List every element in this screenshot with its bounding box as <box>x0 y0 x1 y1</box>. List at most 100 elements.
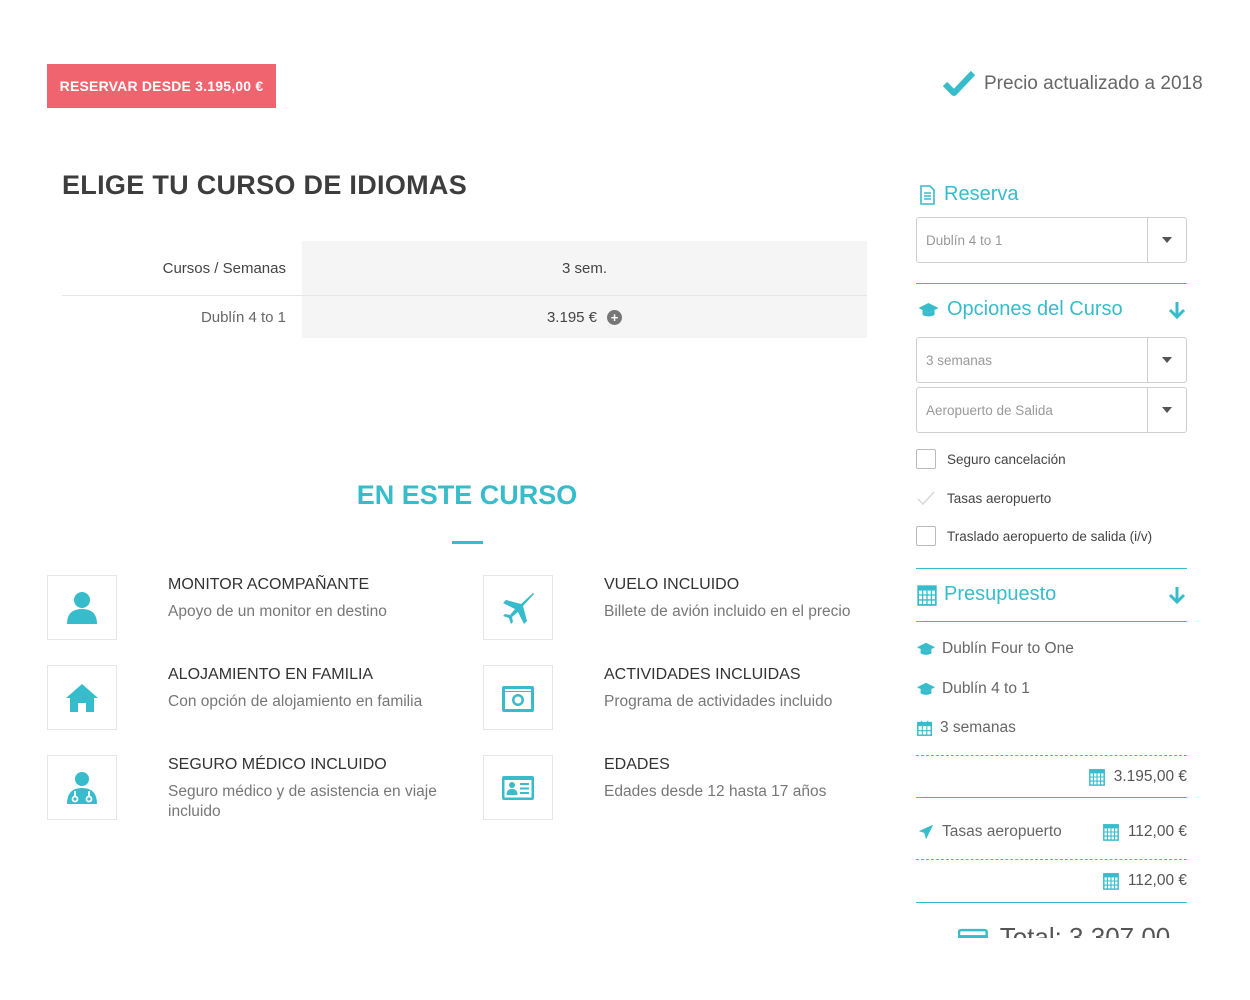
feature-item: MONITOR ACOMPAÑANTE Apoyo de un monitor … <box>47 575 387 640</box>
table-row-price: 3.195 € <box>546 308 598 326</box>
price-updated: Precio actualizado a 2018 <box>942 70 1203 98</box>
graduation-cap-icon <box>917 642 935 655</box>
course-select[interactable]: Dublín 4 to 1 <box>916 217 1187 263</box>
feature-icon-box <box>483 755 553 820</box>
feature-item: SEGURO MÉDICO INCLUIDO Seguro médico y d… <box>47 755 438 822</box>
airport-fees-label: Tasas aeropuerto <box>947 490 1052 506</box>
airport-select[interactable]: Aeropuerto de Salida <box>916 387 1187 433</box>
feature-icon-box <box>47 575 117 640</box>
table-row: Dublín 4 to 1 3.195 € + <box>62 296 867 338</box>
feature-desc: Billete de avión incluido en el precio <box>604 603 851 620</box>
transfer-label: Traslado aeropuerto de salida (i/v) <box>947 528 1153 544</box>
feature-icon-box <box>483 575 553 640</box>
feature-item: EDADES Edades desde 12 hasta 17 años <box>483 755 826 820</box>
dashed-divider <box>916 859 1187 860</box>
checkmark-icon <box>942 70 976 96</box>
in-course-title: EN ESTE CURSO <box>356 480 578 510</box>
reserve-button[interactable]: RESERVAR DESDE 3.195,00 € <box>47 64 276 108</box>
weeks-select-value: 3 semanas <box>926 352 993 368</box>
budget-school: Dublín Four to One <box>942 640 1074 657</box>
doctor-icon <box>67 771 97 804</box>
feature-desc: Edades desde 12 hasta 17 años <box>604 783 827 800</box>
table-row-label: Dublín 4 to 1 <box>200 308 286 326</box>
price-updated-text: Precio actualizado a 2018 <box>984 73 1203 94</box>
fees-amount-row: 112,00 € <box>1102 823 1187 841</box>
feature-icon-box <box>483 665 553 730</box>
insurance-checkbox-row[interactable]: Seguro cancelación <box>916 449 1066 469</box>
feature-desc: Programa de actividades incluido <box>604 693 833 710</box>
options-title: Opciones del Curso <box>947 298 1123 320</box>
extras-amount-row: 112,00 € <box>1102 872 1187 890</box>
feature-icon-box <box>47 665 117 730</box>
chevron-down-icon[interactable] <box>1147 338 1186 382</box>
fees-row: Tasas aeropuerto <box>916 823 1062 841</box>
airplane-icon <box>503 592 534 624</box>
fees-label: Tasas aeropuerto <box>942 823 1062 840</box>
weeks-select[interactable]: 3 semanas <box>916 337 1187 383</box>
feature-icon-box <box>47 755 117 820</box>
table-header-value: 3 sem. <box>302 241 867 295</box>
reserva-title: Reserva <box>944 183 1019 205</box>
credit-card-icon <box>958 928 988 938</box>
reserva-header: Reserva <box>916 183 1187 206</box>
calculator-icon <box>1088 769 1105 786</box>
calculator-icon <box>917 584 937 606</box>
feature-title: ACTIVIDADES INCLUIDAS <box>604 666 801 683</box>
calculator-icon <box>1102 873 1119 890</box>
feature-title: VUELO INCLUIDO <box>604 576 740 593</box>
feature-desc: Apoyo de un monitor en destino <box>168 603 387 620</box>
add-icon[interactable]: + <box>607 309 623 325</box>
fees-amount: 112,00 € <box>1127 823 1187 840</box>
feature-item: VUELO INCLUIDO Billete de avión incluido… <box>483 575 850 640</box>
airport-fees-checkbox-row: Tasas aeropuerto <box>916 488 1051 508</box>
camera-icon <box>502 685 534 712</box>
table-header-label: Cursos / Semanas <box>162 259 286 277</box>
home-icon <box>66 683 98 712</box>
insurance-label: Seguro cancelación <box>947 451 1066 467</box>
table-header-row: Cursos / Semanas 3 sem. <box>62 241 867 296</box>
checkmark-icon <box>916 488 936 508</box>
budget-school-row: Dublín Four to One <box>916 640 1074 658</box>
transfer-checkbox-row[interactable]: Traslado aeropuerto de salida (i/v) <box>916 526 1152 546</box>
feature-title: SEGURO MÉDICO INCLUIDO <box>168 756 387 773</box>
budget-course: Dublín 4 to 1 <box>942 680 1030 697</box>
divider <box>916 621 1187 622</box>
id-card-icon <box>502 775 534 800</box>
course-table: Cursos / Semanas 3 sem. Dublín 4 to 1 3.… <box>62 241 867 338</box>
graduation-cap-icon <box>918 302 939 316</box>
table-row-value-cell: 3.195 € + <box>302 296 867 338</box>
divider <box>916 797 1187 798</box>
options-header[interactable]: Opciones del Curso <box>916 298 1187 321</box>
course-amount: 3.195,00 € <box>1113 768 1187 785</box>
person-icon <box>67 591 97 624</box>
title-underline <box>452 541 483 544</box>
feature-title: ALOJAMIENTO EN FAMILIA <box>168 666 374 683</box>
budget-weeks-row: 3 semanas <box>916 719 1016 737</box>
feature-title: MONITOR ACOMPAÑANTE <box>168 576 370 593</box>
calendar-icon <box>917 720 933 736</box>
paper-plane-icon <box>918 824 934 840</box>
extras-amount: 112,00 € <box>1127 872 1187 889</box>
course-amount-row: 3.195,00 € <box>1088 768 1187 786</box>
divider <box>916 568 1187 569</box>
graduation-cap-icon <box>917 682 935 695</box>
chevron-down-icon[interactable] <box>1147 388 1186 432</box>
budget-title: Presupuesto <box>944 583 1057 605</box>
divider <box>916 283 1187 284</box>
chevron-down-icon[interactable] <box>1147 218 1186 262</box>
feature-title: EDADES <box>604 756 670 773</box>
calculator-icon <box>1102 824 1119 841</box>
feature-desc: Con opción de alojamiento en familia <box>168 693 423 710</box>
arrow-down-icon[interactable] <box>1167 585 1187 605</box>
divider <box>916 902 1187 903</box>
feature-item: ACTIVIDADES INCLUIDAS Programa de activi… <box>483 665 832 730</box>
total-amount: Total: 3.307,00 € <box>1000 924 1190 938</box>
budget-header[interactable]: Presupuesto <box>916 583 1187 606</box>
dashed-divider <box>916 755 1187 756</box>
arrow-down-icon[interactable] <box>1167 300 1187 320</box>
budget-weeks: 3 semanas <box>940 719 1016 736</box>
document-icon <box>920 184 935 205</box>
transfer-checkbox[interactable] <box>916 526 936 546</box>
feature-desc: Seguro médico y de asistencia en viaje i… <box>168 783 437 820</box>
insurance-checkbox[interactable] <box>916 449 936 469</box>
